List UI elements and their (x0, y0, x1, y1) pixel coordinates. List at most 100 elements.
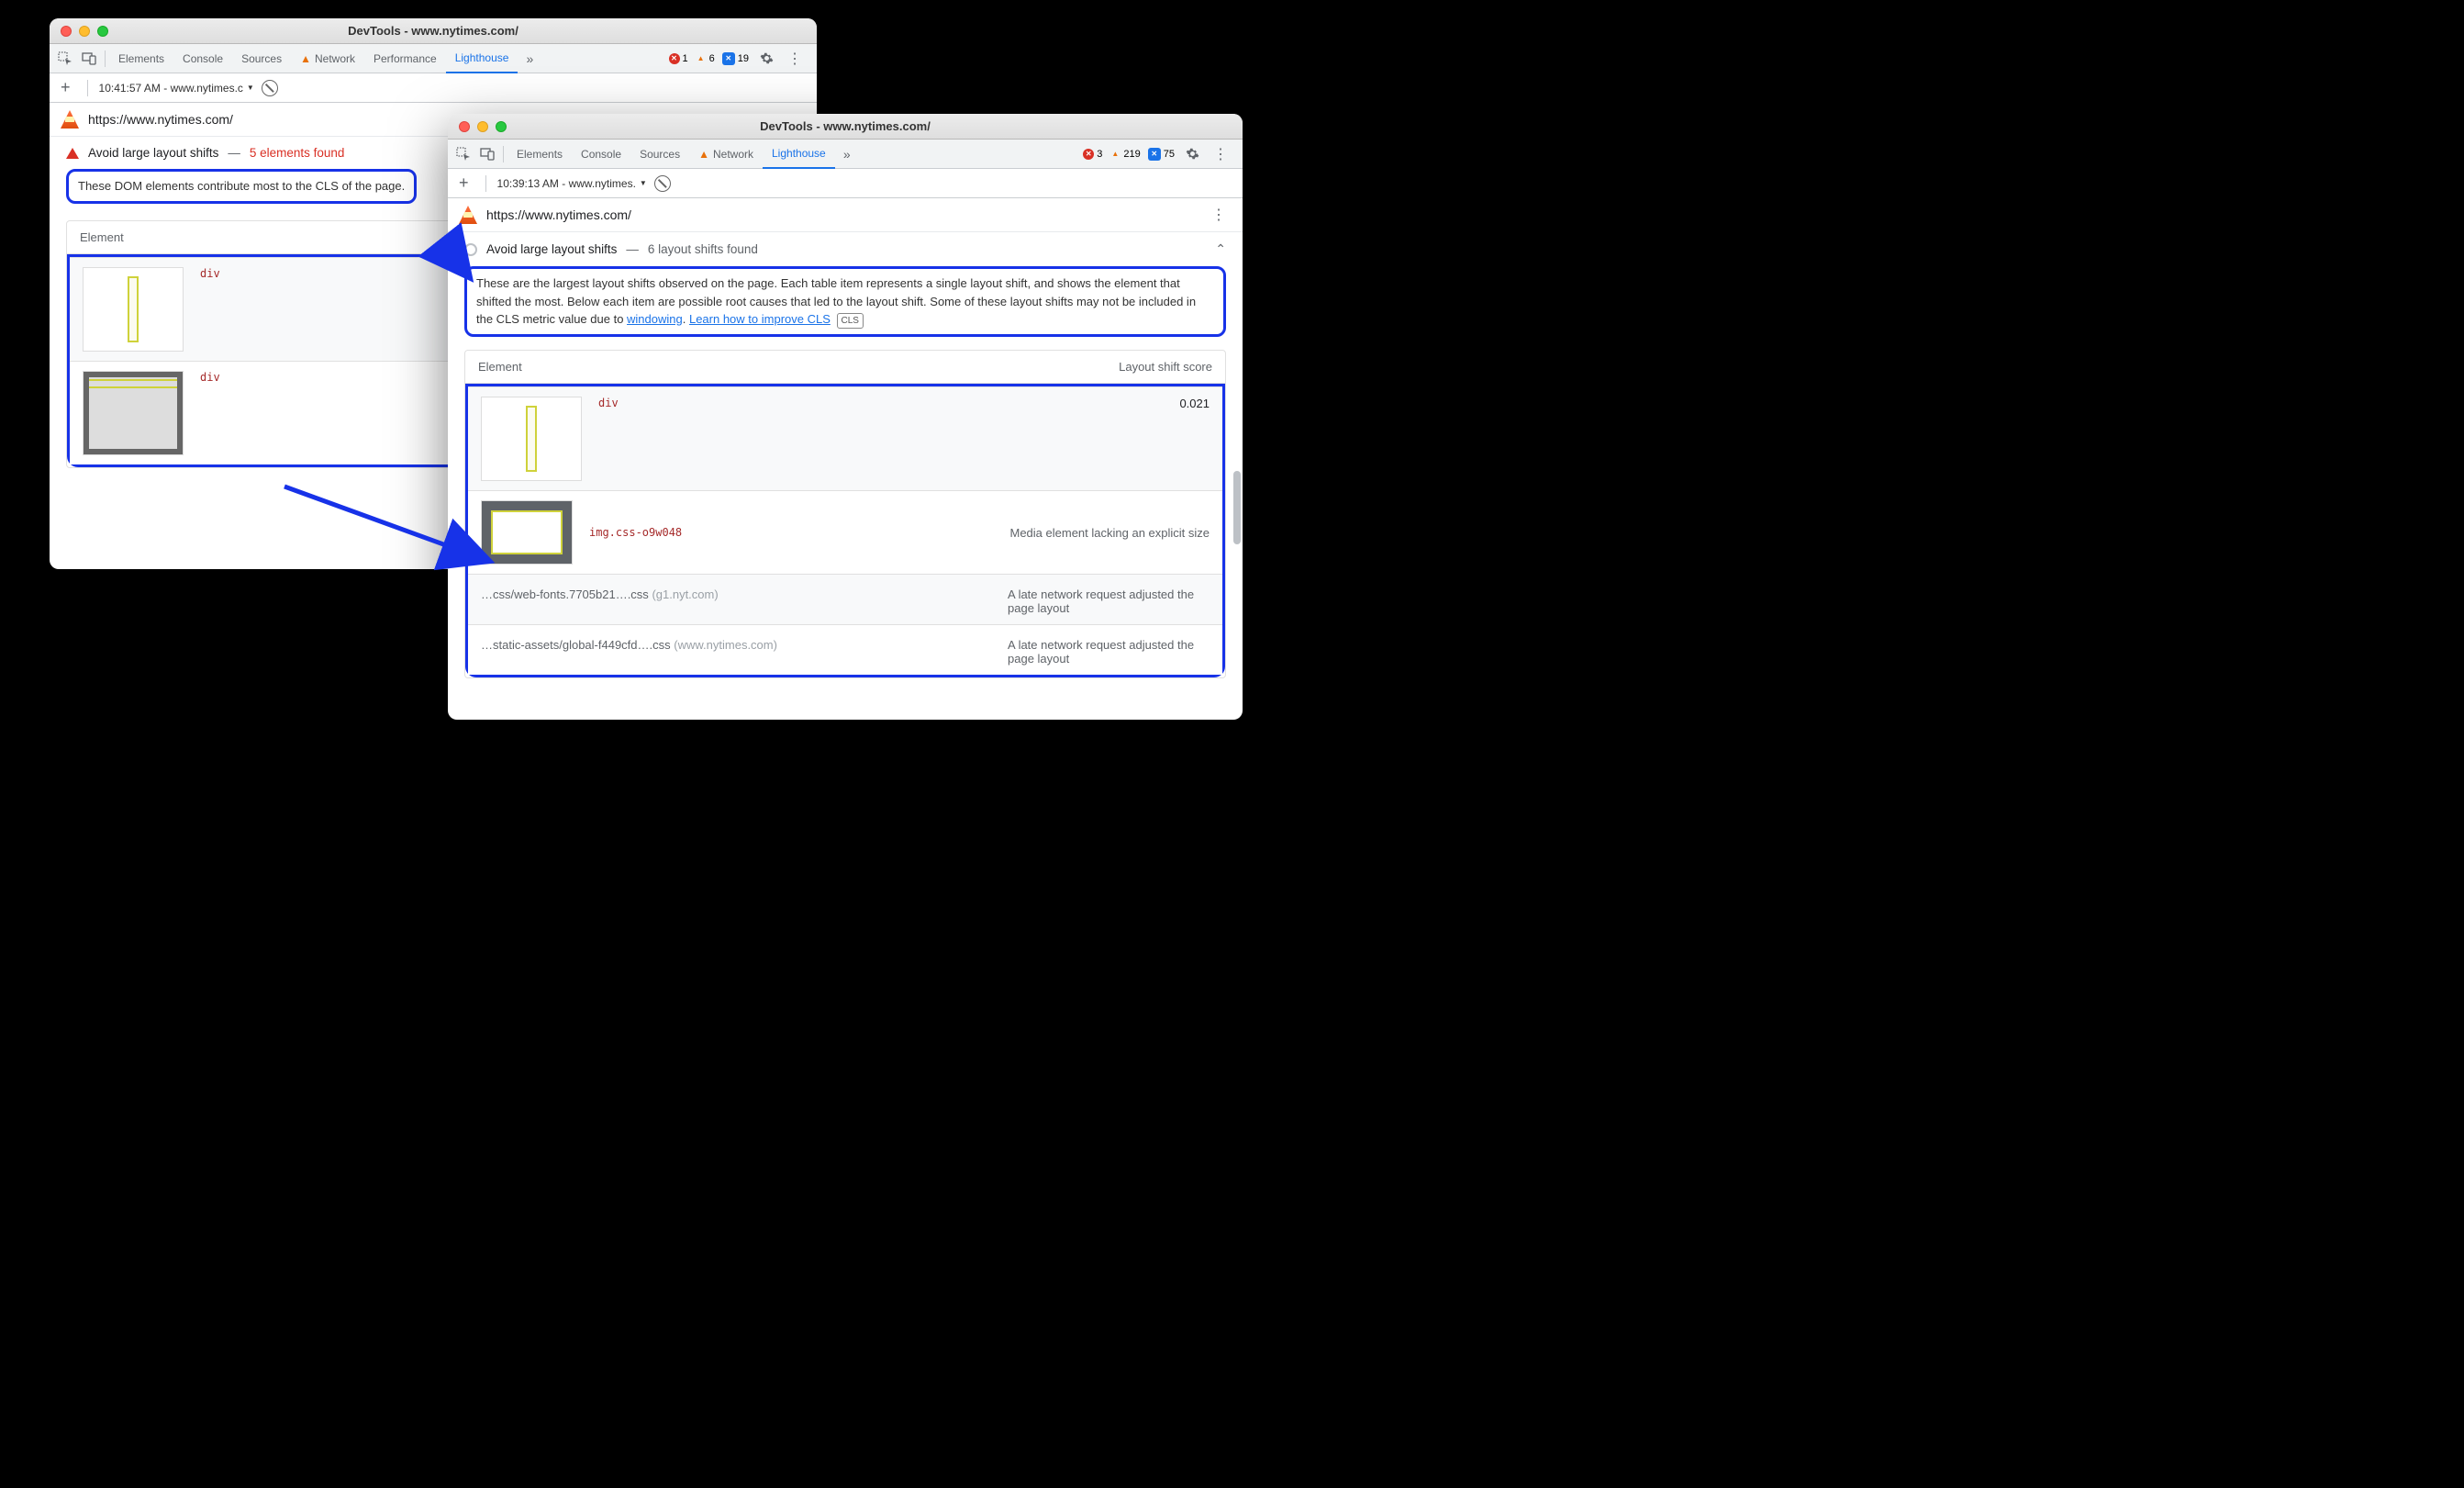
new-report-icon[interactable]: + (453, 173, 474, 193)
audit-count: 5 elements found (250, 146, 345, 160)
window-title: DevTools - www.nytimes.com/ (448, 119, 1243, 133)
tab-console[interactable]: Console (572, 140, 630, 169)
table-row[interactable]: …static-assets/global-f449cfd….css (www.… (468, 624, 1222, 675)
tab-elements[interactable]: Elements (507, 140, 572, 169)
audit-description: These DOM elements contribute most to th… (66, 169, 417, 204)
tab-lighthouse[interactable]: Lighthouse (763, 140, 835, 169)
element-thumbnail (481, 500, 573, 565)
table-header: Element Layout shift score (465, 351, 1225, 384)
traffic-lights (448, 121, 507, 132)
cls-chip: CLS (837, 313, 864, 329)
tab-network-label: Network (713, 148, 753, 161)
audit-description: These are the largest layout shifts obse… (464, 266, 1226, 337)
titlebar: DevTools - www.nytimes.com/ (448, 114, 1243, 140)
more-tabs-icon[interactable]: » (518, 47, 541, 71)
kebab-icon[interactable]: ⋮ (1208, 145, 1233, 163)
report-menu-icon[interactable]: ⋮ (1206, 206, 1232, 224)
root-cause: A late network request adjusted the page… (1008, 587, 1210, 615)
gear-icon[interactable] (1180, 142, 1204, 166)
element-thumbnail (83, 371, 184, 455)
audit-title-text: Avoid large layout shifts (486, 242, 617, 256)
report-dropdown-label: 10:39:13 AM - www.nytimes. (497, 177, 636, 190)
lighthouse-subbar: + 10:41:57 AM - www.nytimes.c ▼ (50, 73, 817, 103)
divider (485, 175, 486, 192)
request-origin: (www.nytimes.com) (674, 638, 777, 652)
layout-shift-score: 0.021 (1179, 397, 1210, 410)
element-code: div (200, 267, 220, 280)
report-dropdown[interactable]: 10:41:57 AM - www.nytimes.c ▼ (99, 82, 254, 95)
scrollbar[interactable] (1233, 471, 1241, 544)
link-learn-cls[interactable]: Learn how to improve CLS (689, 312, 831, 326)
window-title: DevTools - www.nytimes.com/ (50, 24, 817, 38)
dash: — (228, 146, 240, 160)
dash: — (626, 242, 639, 256)
more-tabs-icon[interactable]: » (835, 142, 859, 166)
audit-header[interactable]: Avoid large layout shifts — 6 layout shi… (464, 241, 1226, 257)
element-code: div (598, 397, 619, 409)
chevron-up-icon[interactable]: ⌃ (1215, 241, 1226, 257)
table-row[interactable]: img.css-o9w048 Media element lacking an … (468, 490, 1222, 574)
devtools-tabbar: Elements Console Sources ▲ Network Lighth… (448, 140, 1243, 169)
traffic-lights (50, 26, 108, 37)
url-row: https://www.nytimes.com/ ⋮ (448, 198, 1243, 232)
tab-lighthouse[interactable]: Lighthouse (446, 44, 518, 73)
page-url: https://www.nytimes.com/ (486, 207, 631, 222)
col-element: Element (478, 360, 522, 374)
tab-performance[interactable]: Performance (364, 44, 446, 73)
issue-count[interactable]: ✕75 (1146, 148, 1176, 161)
warning-icon: ▲ (300, 52, 311, 65)
devtools-window-right: DevTools - www.nytimes.com/ Elements Con… (448, 114, 1243, 720)
report-dropdown[interactable]: 10:39:13 AM - www.nytimes. ▼ (497, 177, 647, 190)
tab-sources[interactable]: Sources (630, 140, 689, 169)
issue-count[interactable]: ✕19 (720, 52, 751, 65)
warning-icon: ▲ (698, 148, 709, 161)
chevron-down-icon: ▼ (640, 179, 647, 187)
warning-count[interactable]: ▲219 (1108, 149, 1142, 160)
kebab-icon[interactable]: ⋮ (782, 50, 808, 68)
device-icon[interactable] (475, 142, 499, 166)
maximize-icon[interactable] (496, 121, 507, 132)
info-icon (464, 243, 477, 256)
close-icon[interactable] (459, 121, 470, 132)
devtools-tabbar: Elements Console Sources ▲ Network Perfor… (50, 44, 817, 73)
tab-network-label: Network (315, 52, 355, 65)
fail-icon (66, 148, 79, 159)
layout-shift-table: Element Layout shift score div 0.021 img… (464, 350, 1226, 678)
warning-count[interactable]: ▲6 (694, 53, 717, 64)
element-code: img.css-o9w048 (589, 526, 682, 539)
clear-icon[interactable] (262, 80, 278, 96)
chevron-down-icon: ▼ (247, 84, 254, 92)
divider (87, 80, 88, 96)
tab-elements[interactable]: Elements (109, 44, 173, 73)
minimize-icon[interactable] (477, 121, 488, 132)
root-cause: A late network request adjusted the page… (1008, 638, 1210, 666)
element-thumbnail (481, 397, 582, 481)
request-path: …css/web-fonts.7705b21….css (g1.nyt.com) (481, 587, 719, 615)
table-row[interactable]: …css/web-fonts.7705b21….css (g1.nyt.com)… (468, 574, 1222, 624)
clear-icon[interactable] (654, 175, 671, 192)
minimize-icon[interactable] (79, 26, 90, 37)
lighthouse-logo-icon (61, 110, 79, 129)
inspect-icon[interactable] (53, 47, 77, 71)
gear-icon[interactable] (754, 47, 778, 71)
root-cause: Media element lacking an explicit size (1010, 526, 1210, 540)
tab-network[interactable]: ▲ Network (689, 140, 763, 169)
device-icon[interactable] (77, 47, 101, 71)
new-report-icon[interactable]: + (55, 78, 76, 97)
maximize-icon[interactable] (97, 26, 108, 37)
request-origin: (g1.nyt.com) (652, 587, 718, 601)
col-element: Element (80, 230, 124, 244)
close-icon[interactable] (61, 26, 72, 37)
tab-sources[interactable]: Sources (232, 44, 291, 73)
report-content: Avoid large layout shifts — 6 layout shi… (448, 232, 1243, 720)
table-row[interactable]: div 0.021 (468, 386, 1222, 490)
audit-description-text: These DOM elements contribute most to th… (78, 179, 405, 193)
link-windowing[interactable]: windowing (627, 312, 683, 326)
tab-network[interactable]: ▲ Network (291, 44, 364, 73)
inspect-icon[interactable] (452, 142, 475, 166)
divider (105, 50, 106, 67)
page-url: https://www.nytimes.com/ (88, 112, 233, 127)
error-count[interactable]: ✕3 (1081, 149, 1104, 160)
tab-console[interactable]: Console (173, 44, 232, 73)
error-count[interactable]: ✕1 (667, 53, 690, 64)
